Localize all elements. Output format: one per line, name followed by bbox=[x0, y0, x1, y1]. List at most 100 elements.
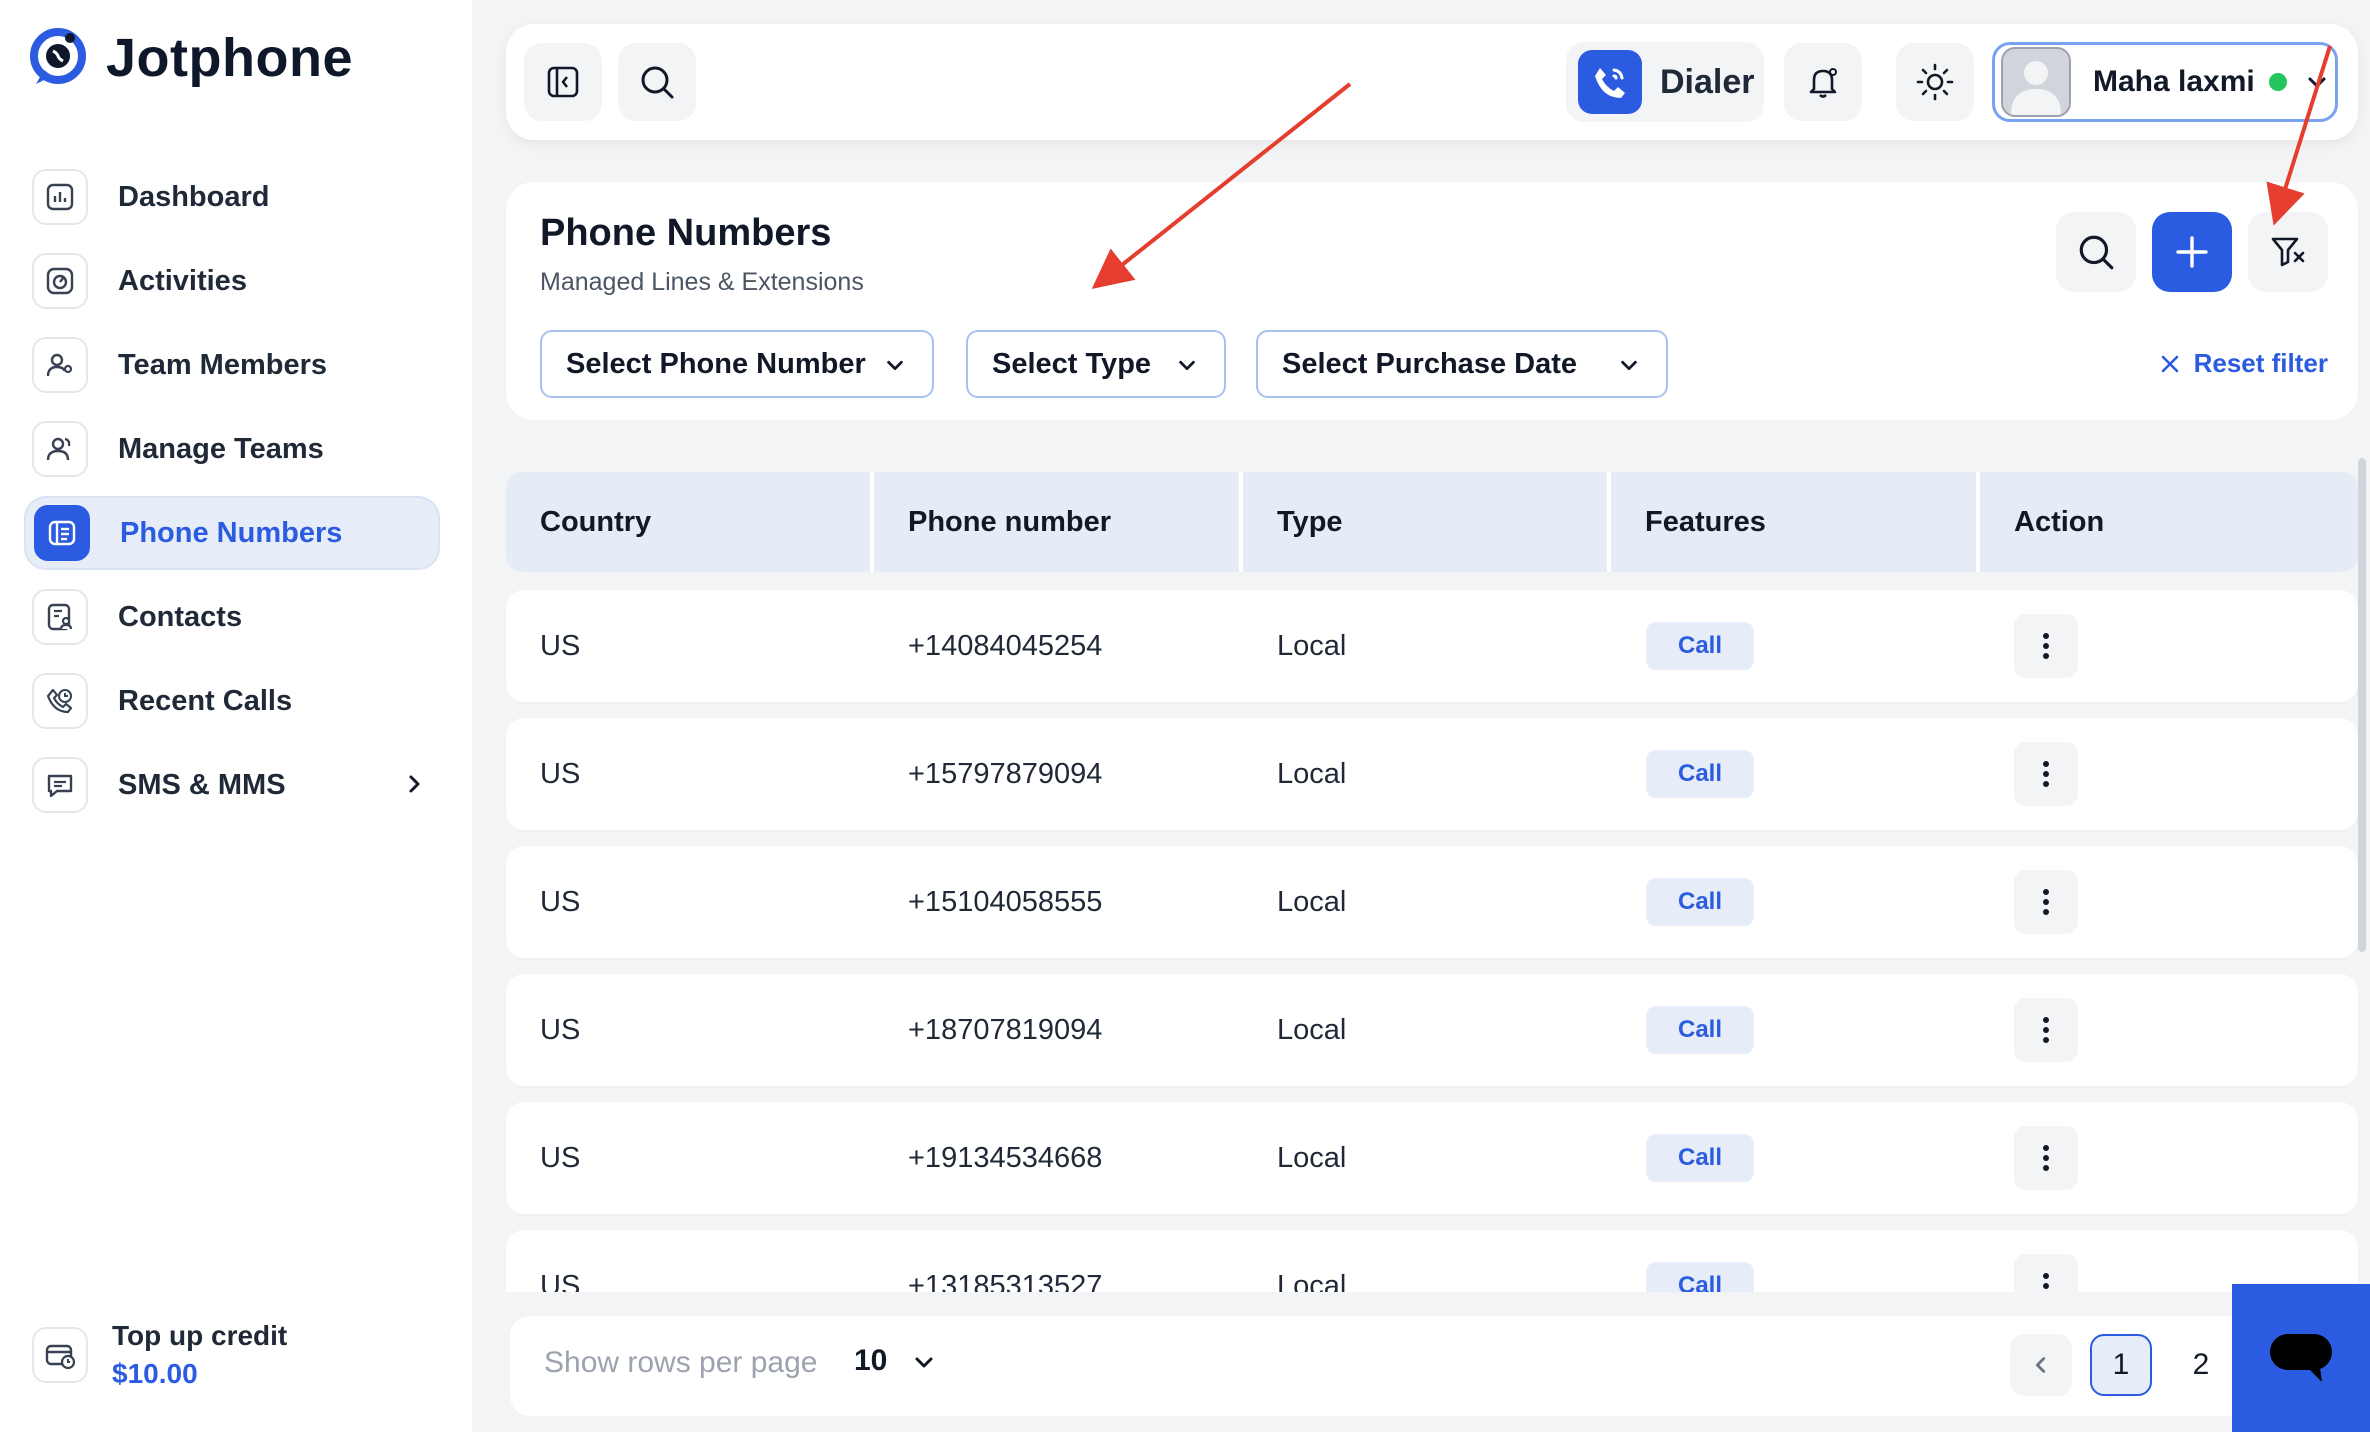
page-button-1[interactable]: 1 bbox=[2090, 1334, 2152, 1396]
chevron-down-icon[interactable] bbox=[912, 1350, 936, 1374]
clear-filter-button[interactable] bbox=[2248, 212, 2328, 292]
sidebar-item-dashboard[interactable]: Dashboard bbox=[24, 160, 440, 234]
chevron-down-icon bbox=[887, 360, 903, 371]
row-actions-button[interactable] bbox=[2014, 1126, 2078, 1190]
sidebar-item-sms-mms[interactable]: SMS & MMS bbox=[24, 748, 440, 822]
recent-calls-icon bbox=[32, 673, 88, 729]
app-logo[interactable]: Jotphone bbox=[24, 24, 353, 92]
rows-per-page-select[interactable]: 10 bbox=[854, 1344, 887, 1378]
page-button-2[interactable]: 2 bbox=[2170, 1334, 2232, 1396]
chat-bubble-icon bbox=[2270, 1334, 2332, 1382]
row-actions-button[interactable] bbox=[2014, 870, 2078, 934]
chevron-down-icon[interactable] bbox=[2305, 70, 2329, 94]
chevron-right-icon[interactable] bbox=[402, 772, 426, 796]
column-header-action[interactable]: Action bbox=[1980, 472, 2358, 572]
sidebar-item-label: Phone Numbers bbox=[120, 516, 343, 549]
type-filter[interactable]: Select Type bbox=[966, 330, 1226, 398]
sidebar: Jotphone Dashboard Activities Team Membe… bbox=[0, 0, 472, 1432]
top-up-credit[interactable]: Top up credit $10.00 bbox=[32, 1320, 287, 1390]
column-header-type[interactable]: Type bbox=[1243, 472, 1607, 572]
search-icon bbox=[641, 66, 674, 99]
sidebar-item-label: SMS & MMS bbox=[118, 768, 286, 801]
reset-filter-label: Reset filter bbox=[2193, 348, 2328, 378]
dialer-label: Dialer bbox=[1660, 62, 1755, 101]
cell-phone-number: +18707819094 bbox=[908, 1013, 1103, 1046]
cell-type: Local bbox=[1277, 757, 1347, 790]
cell-country: US bbox=[540, 757, 581, 790]
plus-icon bbox=[2176, 236, 2208, 268]
purchase-date-filter[interactable]: Select Purchase Date bbox=[1256, 330, 1668, 398]
row-actions-button[interactable] bbox=[2014, 742, 2078, 806]
feature-badge-call: Call bbox=[1646, 1134, 1755, 1182]
phone-number-filter[interactable]: Select Phone Number bbox=[540, 330, 934, 398]
cell-country: US bbox=[540, 1013, 581, 1046]
cell-phone-number: +15104058555 bbox=[908, 885, 1103, 918]
sidebar-item-phone-numbers[interactable]: Phone Numbers bbox=[24, 496, 440, 570]
team-members-icon bbox=[32, 337, 88, 393]
app-name: Jotphone bbox=[106, 28, 353, 88]
table-row[interactable]: US +13185313527 Local Call bbox=[506, 1230, 2358, 1292]
sun-icon bbox=[1916, 63, 1954, 101]
theme-toggle-button[interactable] bbox=[1896, 43, 1974, 121]
sidebar-item-contacts[interactable]: Contacts bbox=[24, 580, 440, 654]
sidebar-item-label: Recent Calls bbox=[118, 684, 293, 717]
credit-text: Top up credit $10.00 bbox=[112, 1320, 287, 1390]
toggle-sidebar-button[interactable] bbox=[524, 43, 602, 121]
table-row[interactable]: US +18707819094 Local Call bbox=[506, 974, 2358, 1086]
filter-label: Select Purchase Date bbox=[1282, 347, 1577, 380]
user-profile-menu[interactable]: Maha laxmi bbox=[1992, 42, 2338, 122]
table-row[interactable]: US +14084045254 Local Call bbox=[506, 590, 2358, 702]
sidebar-item-manage-teams[interactable]: Manage Teams bbox=[24, 412, 440, 486]
dialer-button[interactable]: Dialer bbox=[1566, 42, 1764, 122]
column-header-phone-number[interactable]: Phone number bbox=[874, 472, 1239, 572]
cell-type: Local bbox=[1277, 629, 1347, 662]
vertical-scrollbar[interactable] bbox=[2358, 458, 2366, 952]
sidebar-item-label: Dashboard bbox=[118, 180, 270, 213]
bell-icon bbox=[1809, 68, 1837, 98]
column-header-features[interactable]: Features bbox=[1611, 472, 1976, 572]
top-bar: Dialer Maha laxmi bbox=[506, 24, 2358, 140]
phone-numbers-table: Country Phone number Type Features Actio… bbox=[506, 472, 2358, 1292]
add-number-button[interactable] bbox=[2152, 212, 2232, 292]
filter-label: Select Phone Number bbox=[566, 347, 866, 380]
sidebar-item-recent-calls[interactable]: Recent Calls bbox=[24, 664, 440, 738]
phone-call-icon bbox=[1578, 50, 1642, 114]
rows-per-page-label: Show rows per page bbox=[544, 1346, 818, 1379]
cell-phone-number: +13185313527 bbox=[908, 1269, 1103, 1293]
page-subtitle: Managed Lines & Extensions bbox=[540, 268, 864, 296]
sidebar-item-team-members[interactable]: Team Members bbox=[24, 328, 440, 402]
credit-amount: $10.00 bbox=[112, 1358, 198, 1389]
global-search-button[interactable] bbox=[618, 43, 696, 121]
search-numbers-button[interactable] bbox=[2056, 212, 2136, 292]
feature-badge-call: Call bbox=[1646, 1262, 1755, 1292]
cell-phone-number: +15797879094 bbox=[908, 757, 1103, 790]
row-actions-button[interactable] bbox=[2014, 614, 2078, 678]
reset-filter-link[interactable]: Reset filter bbox=[2160, 348, 2328, 379]
table-row[interactable]: US +19134534668 Local Call bbox=[506, 1102, 2358, 1214]
online-status-indicator bbox=[2268, 73, 2287, 91]
avatar bbox=[2001, 47, 2071, 117]
more-vertical-icon bbox=[2043, 1145, 2049, 1171]
previous-page-button[interactable] bbox=[2010, 1334, 2072, 1396]
more-vertical-icon bbox=[2043, 761, 2049, 787]
cell-country: US bbox=[540, 885, 581, 918]
table-row[interactable]: US +15104058555 Local Call bbox=[506, 846, 2358, 958]
more-vertical-icon bbox=[2043, 1273, 2049, 1289]
table-body: US +14084045254 Local Call US +157978790… bbox=[506, 590, 2358, 1292]
chevron-down-icon bbox=[1621, 360, 1637, 371]
row-actions-button[interactable] bbox=[2014, 1254, 2078, 1292]
chat-widget-button[interactable] bbox=[2232, 1284, 2370, 1432]
wallet-icon bbox=[32, 1327, 88, 1383]
sidebar-item-label: Manage Teams bbox=[118, 432, 324, 465]
cell-country: US bbox=[540, 629, 581, 662]
table-header: Country Phone number Type Features Actio… bbox=[506, 472, 2358, 572]
sidebar-item-activities[interactable]: Activities bbox=[24, 244, 440, 318]
table-row[interactable]: US +15797879094 Local Call bbox=[506, 718, 2358, 830]
filter-clear-icon bbox=[2271, 237, 2305, 267]
column-header-country[interactable]: Country bbox=[506, 472, 870, 572]
dashboard-icon bbox=[32, 169, 88, 225]
cell-phone-number: +14084045254 bbox=[908, 629, 1103, 662]
feature-badge-call: Call bbox=[1646, 878, 1755, 926]
notifications-button[interactable] bbox=[1784, 43, 1862, 121]
row-actions-button[interactable] bbox=[2014, 998, 2078, 1062]
